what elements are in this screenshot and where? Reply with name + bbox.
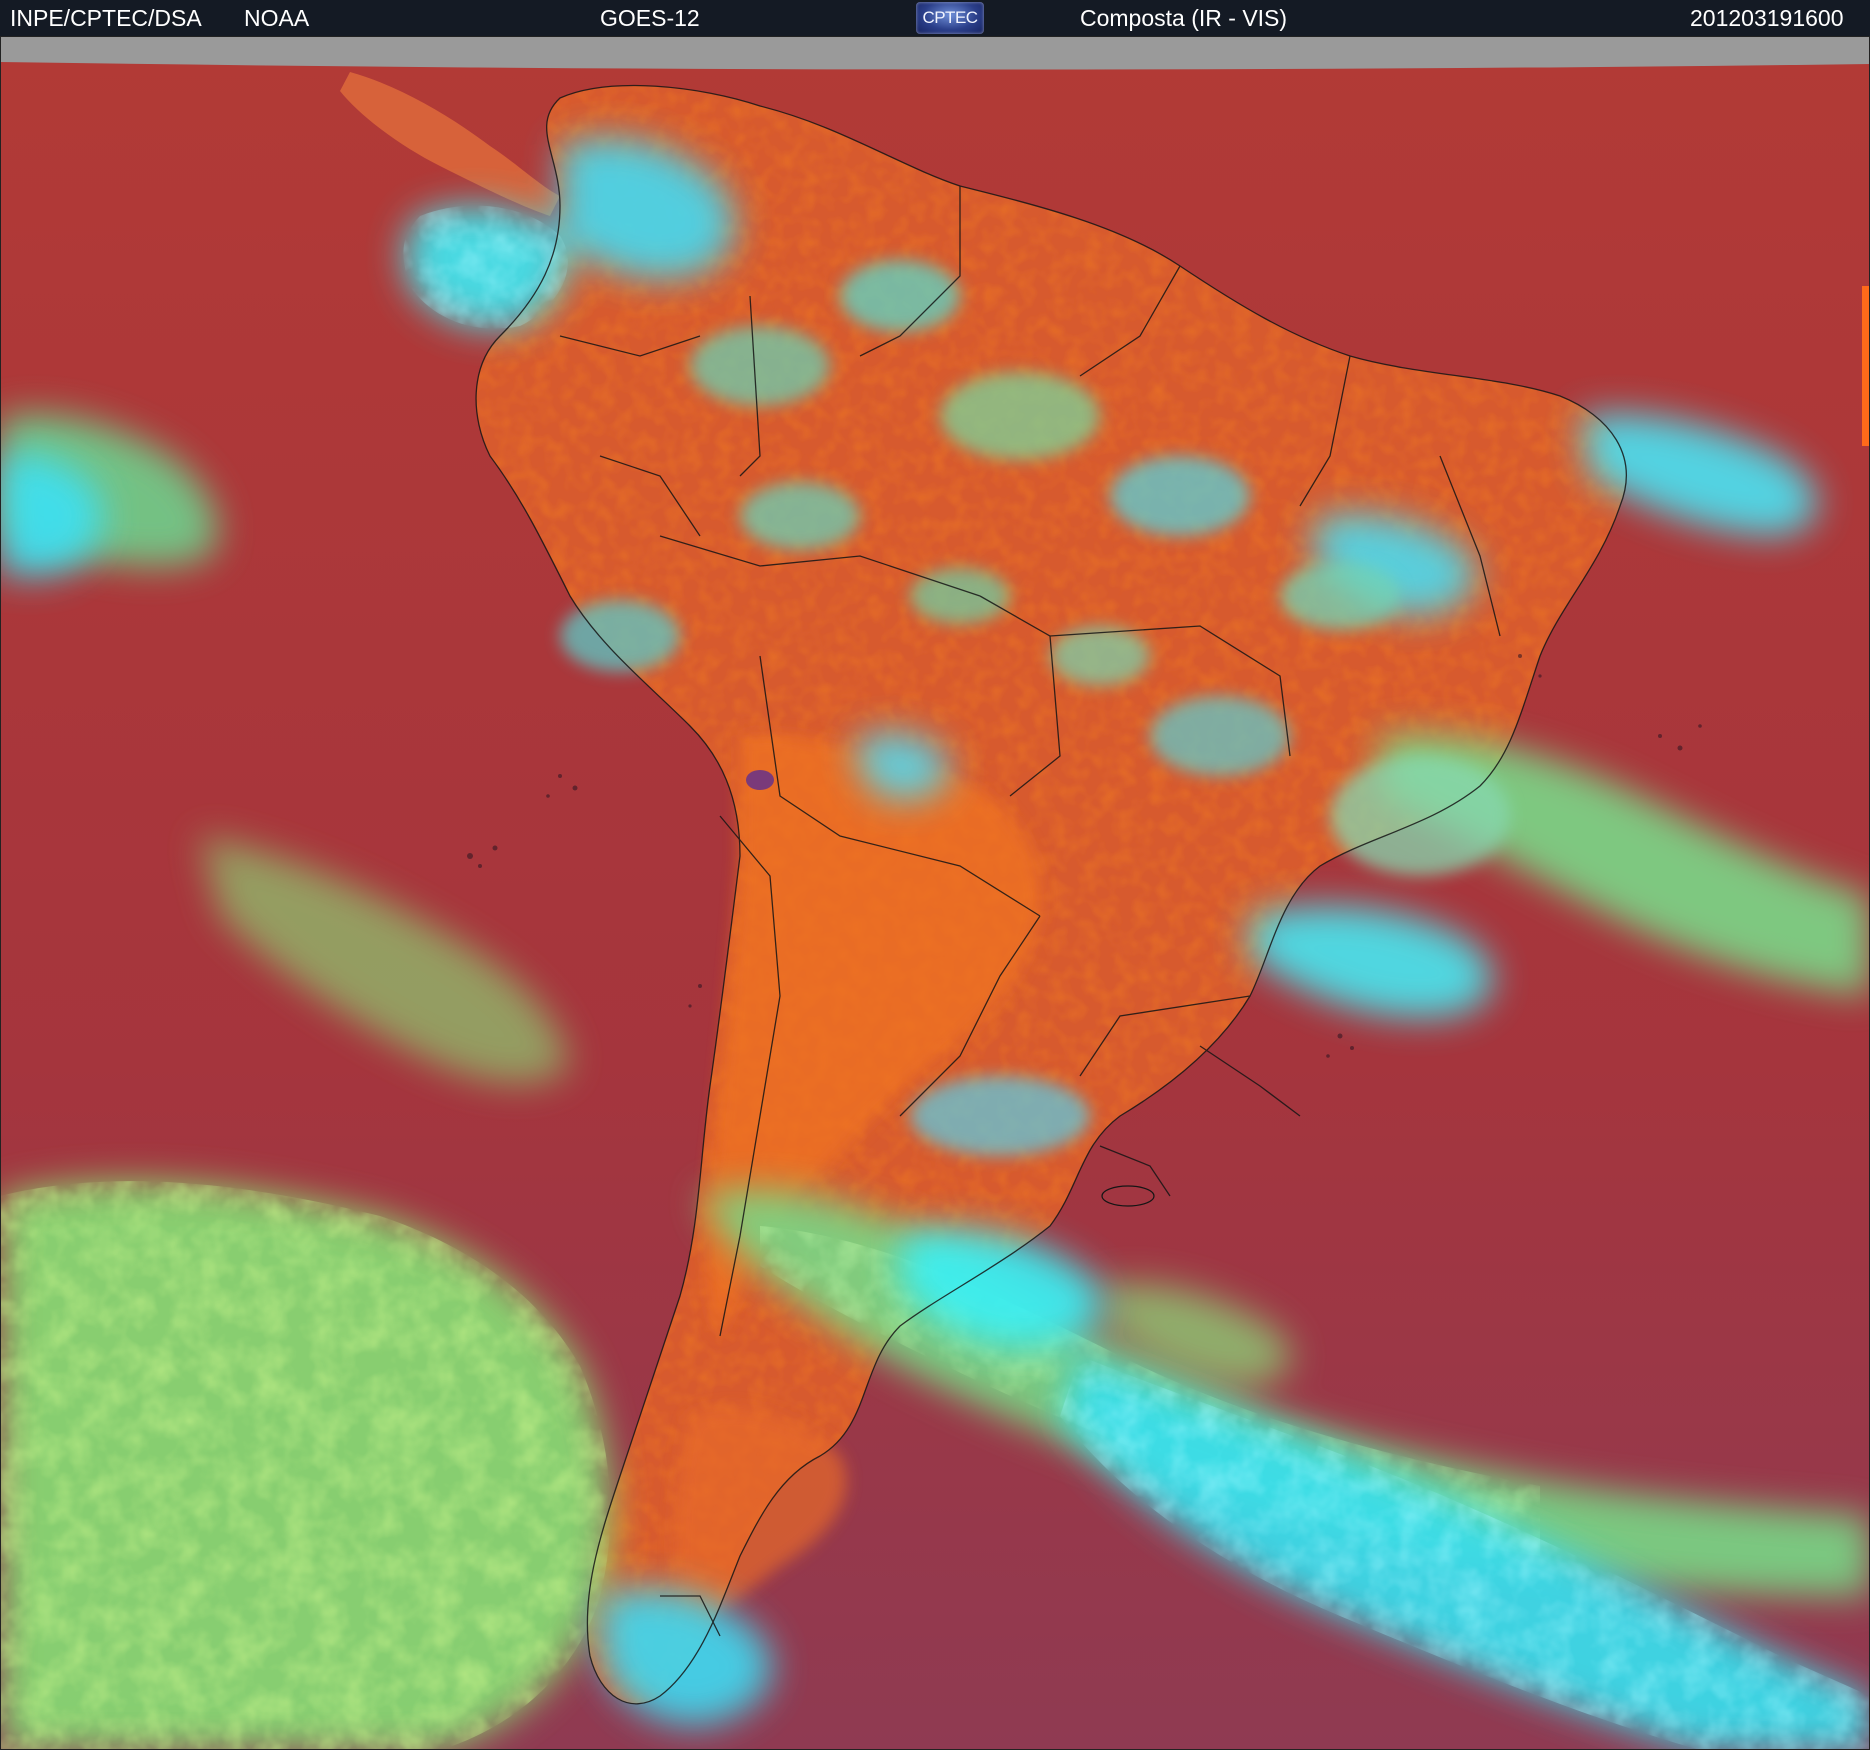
satellite-composite-map	[0, 36, 1870, 1750]
edge-artifact	[1862, 286, 1870, 446]
header-bar: INPE/CPTEC/DSA NOAA GOES-12 CPTEC Compos…	[0, 0, 1870, 36]
satellite-image	[0, 36, 1870, 1750]
source-label: NOAA	[244, 5, 310, 31]
cptec-logo-icon: CPTEC	[916, 2, 984, 34]
timestamp-label: 201203191600	[1690, 5, 1844, 31]
agency-label: INPE/CPTEC/DSA	[10, 5, 202, 31]
lake-titicaca	[746, 770, 774, 790]
satellite-label: GOES-12	[600, 5, 700, 31]
product-label: Composta (IR - VIS)	[1080, 5, 1288, 31]
no-data-strip	[0, 36, 1870, 70]
